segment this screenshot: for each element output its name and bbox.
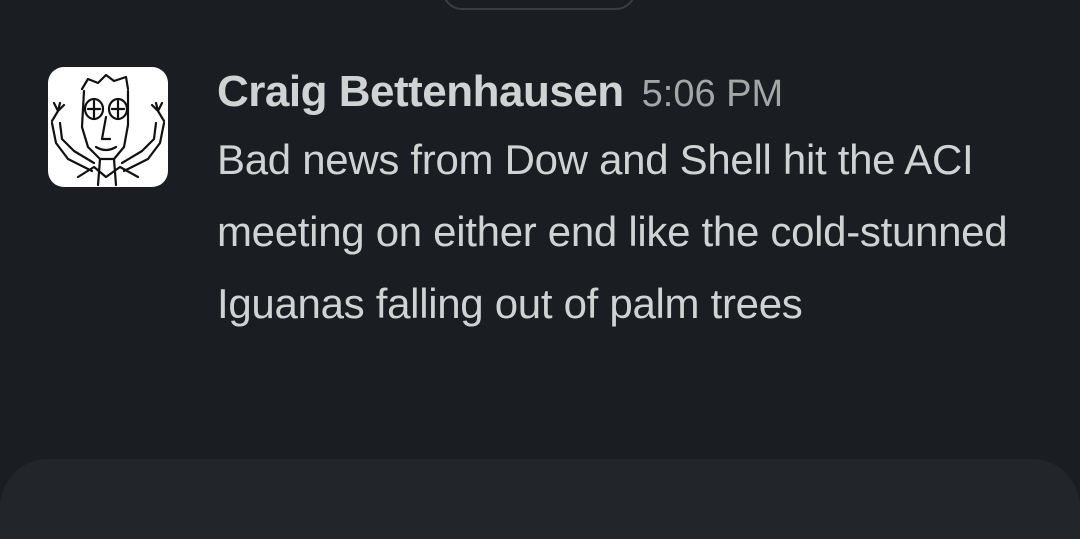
cartoon-face-avatar-icon[interactable] [48, 67, 168, 187]
message-header: Craig Bettenhausen 5:06 PM [217, 66, 783, 128]
message-item[interactable]: Craig Bettenhausen 5:06 PM Bad news from … [0, 60, 1080, 440]
message-timestamp[interactable]: 5:06 PM [642, 73, 784, 115]
message-composer[interactable] [0, 459, 1080, 539]
sender-name[interactable]: Craig Bettenhausen [217, 67, 624, 116]
message-text: Bad news from Dow and Shell hit the ACI … [217, 136, 1008, 327]
new-messages-pill[interactable] [442, 0, 636, 10]
